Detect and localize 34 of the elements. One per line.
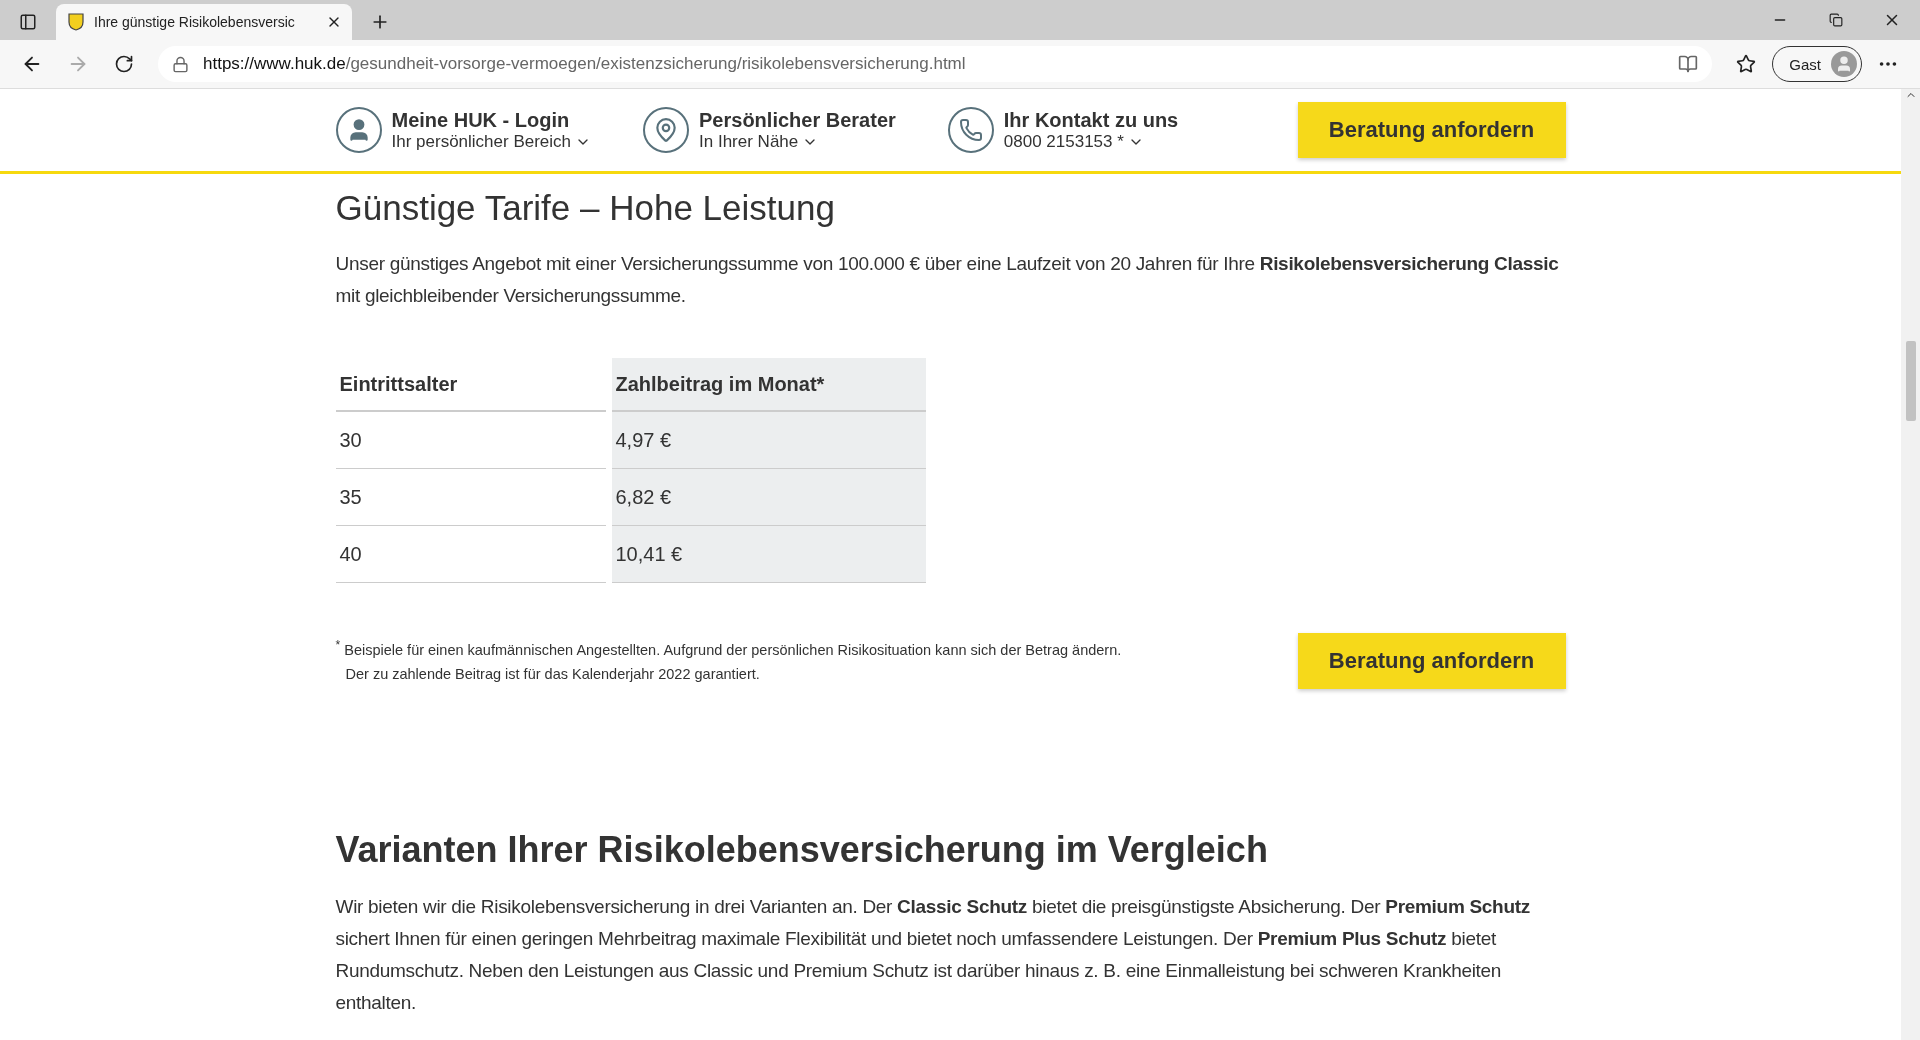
header-link-title[interactable]: Ihr Kontakt zu uns	[1003, 108, 1179, 132]
table-cell: 4,97 €	[611, 412, 926, 469]
column-header: Zahlbeitrag im Monat*	[611, 358, 926, 412]
table-cell: 30	[335, 412, 606, 469]
header-dropdown[interactable]: In Ihrer Nähe	[699, 131, 896, 152]
consultation-button[interactable]: Beratung anfordern	[1297, 102, 1566, 158]
scrollbar-track[interactable]	[1901, 89, 1920, 1040]
person-icon	[335, 107, 382, 153]
consultation-button[interactable]: Beratung anfordern	[1297, 633, 1566, 689]
header-link-title[interactable]: Persönlicher Berater	[699, 108, 896, 132]
map-pin-icon	[643, 107, 690, 153]
header-dropdown[interactable]: 0800 2153153 *	[1003, 131, 1179, 152]
column-header: Eintrittsalter	[335, 358, 606, 412]
lock-icon	[172, 55, 189, 73]
table-cell: 10,41 €	[611, 526, 926, 583]
table-cell: 35	[335, 469, 606, 526]
header-dropdown[interactable]: Ihr persönlicher Bereich	[391, 131, 592, 152]
header-link-title[interactable]: Meine HUK - Login	[391, 108, 592, 132]
footnote: $^{*}$ Beispiele für einen kaufmännischen Angestellten. Aufgrund der persönlichen Risikosituation kann sich der Betrag ändern.	[335, 637, 1122, 660]
variants-paragraph: Wir bieten wir die Risikolebensversicherung in drei Varianten an. Der Classic Schutz bietet die preisgünstigste Absicherung. Der Premium Schutz sichert Ihnen für einen geringen Mehrbeitrag maximale Flexibilität und bietet noch umfassendere Leistungen. Der Premium Plus Schutz bietet Rundumschutz. Neben den Leistungen aus Classic und Premium Schutz ist darüber hinaus z. B. eine Einmalleistung bei schweren Krankheiten enthalten.	[335, 895, 1531, 1015]
table-cell: 6,82 €	[611, 469, 926, 526]
tab-title: Ihre günstige Risikolebensversic	[94, 14, 296, 30]
offer-paragraph: Unser günstiges Angebot mit einer Versicherungssumme von 100.000 € über eine Laufzeit von 20 Jahren für Ihre Risikolebensversicherung Classic mit gleichbleibender Versicherungssumme.	[335, 252, 1560, 308]
phone-icon	[947, 107, 994, 153]
table-cell: 40	[335, 526, 606, 583]
section-heading: Günstige Tarife – Hohe Leistung	[335, 188, 836, 228]
avatar-icon	[1831, 51, 1857, 77]
reader-icon[interactable]	[1678, 54, 1699, 74]
address-field[interactable]: https://www.huk.de/gesundheit-vorsorge-vermoegen/existenzsicherung/risikolebensversicherung.html	[158, 46, 1713, 82]
scrollbar-thumb[interactable]	[1905, 341, 1916, 421]
browser-tab[interactable]: Ihre günstige Risikolebensversic	[56, 4, 352, 40]
footnote: Der zu zahlende Beitrag ist für das Kalenderjahr 2022 garantiert.	[344, 664, 761, 684]
shield-icon	[68, 13, 84, 31]
section-heading: Varianten Ihrer Risikolebensversicherung im Vergleich	[335, 829, 1269, 871]
